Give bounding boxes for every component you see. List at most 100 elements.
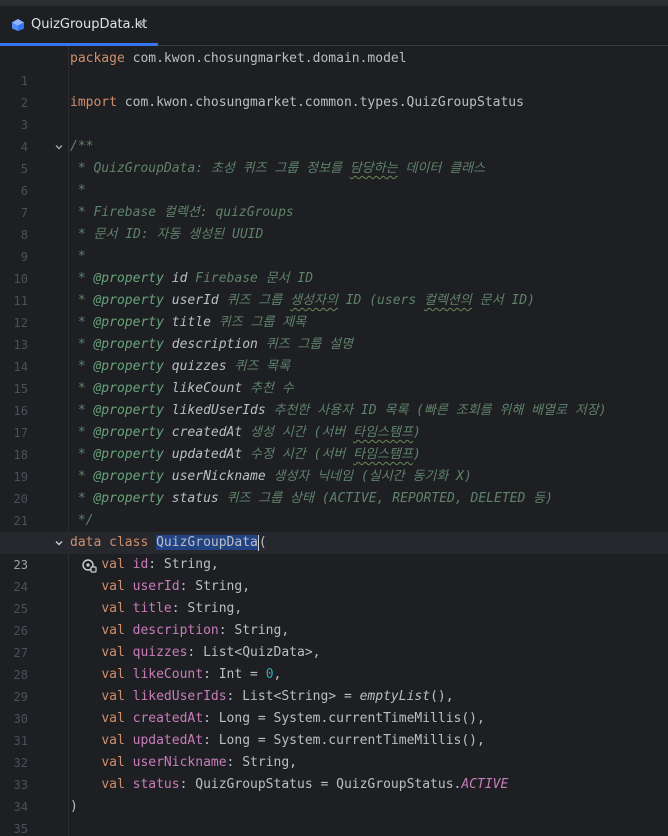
doc-tag: @property: [93, 271, 164, 286]
doc-param: userId: [163, 293, 219, 308]
fold-chevron-down-icon[interactable]: [53, 532, 65, 554]
function-call: emptyList: [359, 689, 431, 704]
property-type: : List<QuizData>,: [187, 645, 321, 660]
line-code: * @property likedUserIds 추천한 사용자 ID 목록 (…: [70, 400, 607, 422]
comment-prefix: *: [70, 337, 94, 352]
code-line: 8 * Firebase 컬렉션: quizGroups: [0, 202, 668, 242]
code-line: 32 val updatedAt: Long = System.currentT…: [0, 730, 668, 770]
line-code: val status: QuizGroupStatus = QuizGroupS…: [70, 774, 508, 796]
comma: ,: [273, 667, 282, 682]
line-code: /**: [70, 139, 94, 154]
usages-gutter-icon[interactable]: [34, 535, 97, 573]
property-name: title: [132, 601, 172, 616]
code-line: 30 val likedUserIds: List<String> = empt…: [0, 686, 668, 726]
doc-desc: 퀴즈 목록: [226, 359, 291, 374]
doc-desc: Firebase 문서 ID: [187, 271, 314, 286]
code-line-current: 23 data class QuizGroupData(: [0, 532, 668, 573]
comment-text: * QuizGroupData: 초성 퀴즈 그룹 정보를: [70, 161, 350, 176]
line-code: * @property id Firebase 문서 ID: [70, 268, 313, 290]
line-code: * @property createdAt 생성 시간 (서버 타임스탬프): [70, 422, 421, 444]
property-type: : String,: [148, 557, 219, 572]
comment-text: 데이터 클래스: [397, 161, 486, 176]
line-code: * @property quizzes 퀴즈 목록: [70, 356, 290, 378]
line-code: val userId: String,: [70, 576, 250, 598]
comment-prefix: *: [70, 403, 94, 418]
property-name: userId: [132, 579, 180, 594]
doc-param: likeCount: [163, 381, 243, 396]
doc-tag: @property: [93, 469, 164, 484]
property-type: : QuizGroupStatus = QuizGroupStatus.: [179, 777, 462, 792]
property-name: likedUserIds: [132, 689, 227, 704]
keyword-val: val: [101, 667, 125, 682]
code-editor[interactable]: 1 package com.kwon.chosungmarket.domain.…: [0, 46, 668, 836]
property-type: : List<String> =: [226, 689, 360, 704]
keyword-val: val: [101, 733, 125, 748]
code-line: 7 *: [0, 180, 668, 220]
line-code: val quizzes: List<QuizData>,: [70, 642, 320, 664]
property-type: : Int =: [203, 667, 266, 682]
property-name: quizzes: [132, 645, 188, 660]
comment-prefix: *: [70, 381, 94, 396]
keyword-val: val: [101, 711, 125, 726]
property-type: : String,: [218, 623, 290, 638]
code-line: 11 * @property id Firebase 문서 ID: [0, 268, 668, 308]
code-line: 33 val userNickname: String,: [0, 752, 668, 792]
editor-tab-bar: QuizGroupData.kt ×: [0, 6, 668, 46]
line-code: val updatedAt: Long = System.currentTime…: [70, 730, 485, 752]
line-code: */: [70, 513, 94, 528]
code-line: 34 val status: QuizGroupStatus = QuizGro…: [0, 774, 668, 814]
line-code: * @property title 퀴즈 그룹 제목: [70, 312, 306, 334]
close-icon[interactable]: ×: [137, 17, 145, 32]
code-line: 13 * @property title 퀴즈 그룹 제목: [0, 312, 668, 352]
call-parens: (),: [430, 689, 454, 704]
class-name-selected[interactable]: QuizGroupData: [156, 535, 258, 550]
code-line: 31 val createdAt: Long = System.currentT…: [0, 708, 668, 748]
fold-chevron-down-icon[interactable]: [53, 136, 65, 158]
property-name: id: [132, 557, 149, 572]
line-code: * @property userNickname 생성자 닉네임 (실시간 동기…: [70, 466, 472, 488]
property-name: status: [132, 777, 180, 792]
typo-word: 타임스탬프: [353, 447, 413, 462]
keyword-val: val: [101, 755, 125, 770]
line-code: val title: String,: [70, 598, 242, 620]
doc-desc: 생성 시간 (서버: [242, 425, 354, 440]
code-line: 18 * @property createdAt 생성 시간 (서버 타임스탬프…: [0, 422, 668, 462]
typo-word: 타임스탬프: [353, 425, 413, 440]
line-code: * @property updatedAt 수정 시간 (서버 타임스탬프): [70, 444, 421, 466]
comment-prefix: *: [70, 315, 94, 330]
doc-desc: 퀴즈 그룹 설명: [257, 337, 354, 352]
doc-tag: @property: [93, 337, 164, 352]
property-type: : Long = System.currentTimeMillis(),: [203, 733, 485, 748]
doc-tag: @property: [93, 381, 164, 396]
doc-tag: @property: [93, 359, 164, 374]
doc-tag: @property: [93, 403, 164, 418]
comment-prefix: *: [70, 469, 94, 484]
doc-tag: @property: [93, 315, 164, 330]
enum-constant: ACTIVE: [461, 777, 509, 792]
code-line: 20 * @property userNickname 생성자 닉네임 (실시간…: [0, 466, 668, 506]
line-code: * @property likeCount 추천 수: [70, 378, 294, 400]
keyword-val: val: [101, 645, 125, 660]
line-code: * @property status 퀴즈 그룹 상태 (ACTIVE, REP…: [70, 488, 553, 510]
comment-prefix: *: [70, 293, 94, 308]
line-code: * 문서 ID: 자동 생성된 UUID: [70, 227, 264, 242]
comment-prefix: *: [70, 359, 94, 374]
doc-desc: 수정 시간 (서버: [242, 447, 354, 462]
doc-param: likedUserIds: [163, 403, 266, 418]
typo-word: 생성자의: [290, 293, 338, 308]
doc-tag: @property: [93, 447, 164, 462]
comment-prefix: *: [70, 271, 94, 286]
line-number: 35: [13, 822, 28, 836]
line-code: * Firebase 컬렉션: quizGroups: [70, 205, 294, 220]
property-name: description: [132, 623, 219, 638]
code-line: 14 * @property description 퀴즈 그룹 설명: [0, 334, 668, 374]
code-line: 10 *: [0, 246, 668, 286]
doc-desc: 퀴즈 그룹 제목: [210, 315, 307, 330]
keyword-data-class: data class: [70, 535, 149, 550]
doc-desc: 추천 수: [242, 381, 294, 396]
line-code: val likeCount: Int = 0,: [70, 664, 281, 686]
property-name: updatedAt: [132, 733, 204, 748]
property-name: userNickname: [132, 755, 227, 770]
tab-quizgroupdata[interactable]: QuizGroupData.kt: [0, 6, 158, 46]
code-line: 12 * @property userId 퀴즈 그룹 생성자의 ID (use…: [0, 290, 668, 330]
